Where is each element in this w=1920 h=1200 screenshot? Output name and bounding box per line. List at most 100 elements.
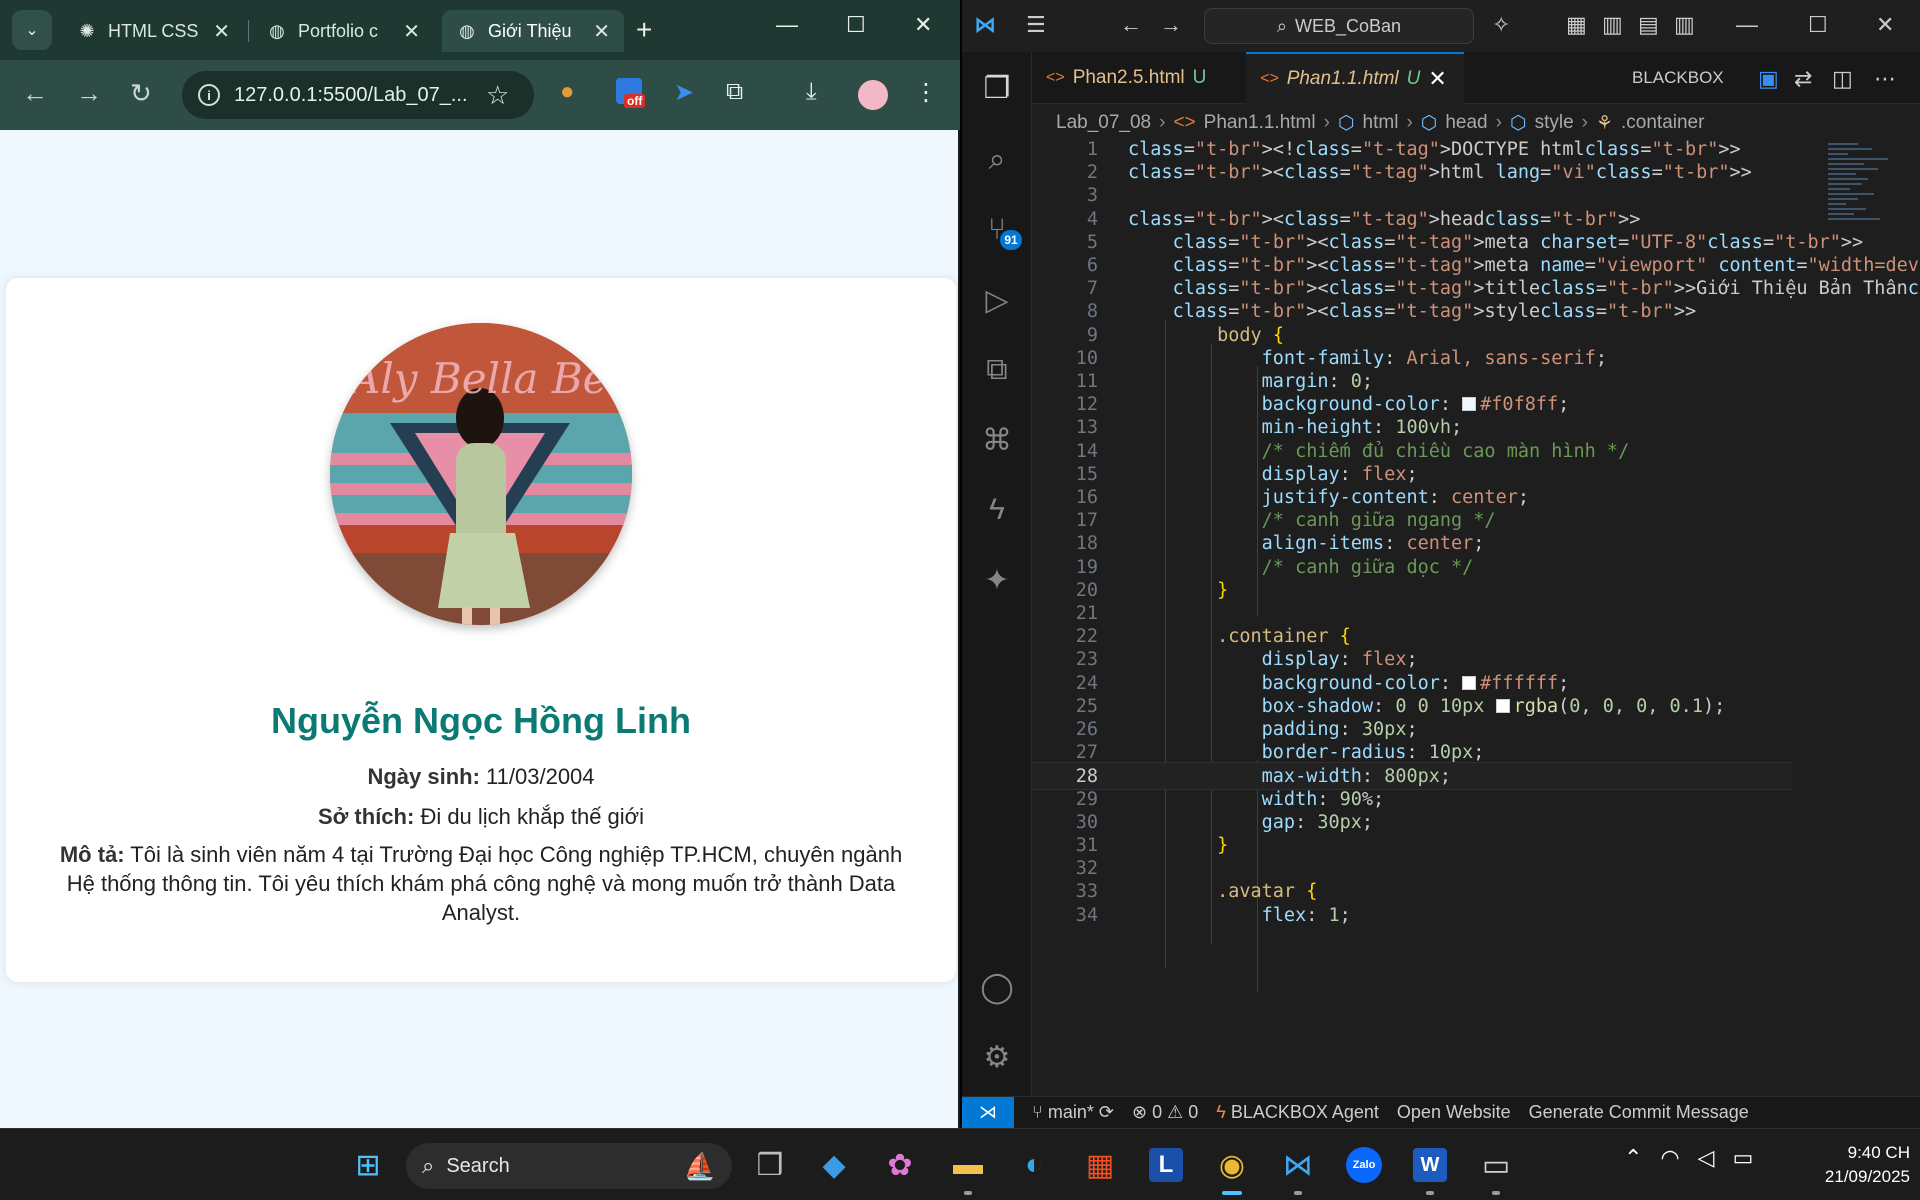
chat-sparkle-icon[interactable]: ✦ — [962, 550, 1032, 610]
profile-avatar-icon[interactable] — [858, 80, 888, 110]
minimize-icon[interactable]: — — [1736, 12, 1758, 38]
toggle-secondary-sidebar-icon[interactable]: ▥ — [1674, 12, 1695, 38]
maximize-icon[interactable]: ☐ — [846, 12, 866, 38]
blackbox-agent-item[interactable]: ϟ BLACKBOX Agent — [1216, 1102, 1379, 1123]
breadcrumb-file[interactable]: Phan1.1.html — [1204, 112, 1316, 134]
edge-icon[interactable]: ◐ — [1010, 1141, 1058, 1189]
blackbox-action[interactable]: BLACKBOX — [1632, 68, 1724, 88]
breadcrumb-head[interactable]: head — [1445, 112, 1487, 134]
breadcrumb-folder[interactable]: Lab_07_08 — [1056, 112, 1151, 134]
breadcrumb-selector[interactable]: .container — [1621, 112, 1704, 134]
browser-tab[interactable]: ✺ HTML CSS ✕ — [62, 10, 244, 52]
task-view-icon[interactable]: ❒ — [746, 1141, 794, 1189]
generate-commit-item[interactable]: Generate Commit Message — [1529, 1102, 1749, 1123]
search-icon[interactable]: ⌕ — [962, 130, 1032, 190]
symbol-element-icon: ⬡ — [1509, 112, 1527, 134]
hamburger-menu-icon[interactable]: ☰ — [1026, 12, 1046, 38]
branch-indicator[interactable]: ⑂ main* ⟳ — [1032, 1102, 1114, 1123]
minimize-icon[interactable]: — — [776, 12, 798, 38]
settings-gear-icon[interactable]: ⚙ — [962, 1027, 1032, 1087]
browser-tab-active[interactable]: ◍ Giới Thiệu ✕ — [442, 10, 624, 52]
forward-icon[interactable]: → — [76, 78, 102, 109]
terminal-icon[interactable]: ▭ — [1472, 1141, 1520, 1195]
line-number: 34 — [1075, 904, 1098, 926]
blackbox-bolt-icon[interactable]: ϟ — [962, 480, 1032, 540]
vscode-titlebar: ⋈ ☰ ← → ⌕ WEB_CoBan ✧ ▦ ▥ ▤ ▥ — ☐ ✕ — [962, 0, 1920, 52]
vscode-icon[interactable]: ⋈ — [1274, 1141, 1322, 1195]
reload-icon[interactable]: ↻ — [130, 78, 152, 109]
browser-toolbar: ← → ↻ i 127.0.0.1:5500/Lab_07_... ☆ ● of… — [0, 60, 960, 130]
forward-icon[interactable]: → — [1160, 12, 1182, 38]
download-icon[interactable]: ⤓ — [806, 78, 817, 106]
cursor-extension-icon[interactable]: ➤ — [674, 78, 694, 107]
split-editor-icon[interactable]: ◫ — [1832, 66, 1853, 92]
cookie-extension-icon[interactable]: ● — [560, 78, 575, 106]
breadcrumb-html[interactable]: html — [1363, 112, 1399, 134]
new-tab-button[interactable]: + — [636, 14, 652, 46]
symbol-element-icon: ⬡ — [1420, 112, 1438, 134]
tab-search-button[interactable]: ⌄ — [12, 10, 52, 50]
minimap[interactable] — [1828, 140, 1900, 340]
back-icon[interactable]: ← — [22, 78, 48, 109]
l-app-icon[interactable]: L — [1142, 1141, 1190, 1189]
bookmark-star-icon[interactable]: ☆ — [486, 80, 509, 111]
source-control-icon[interactable]: ⑂ 91 — [962, 200, 1032, 260]
explorer-icon[interactable]: ❐ — [962, 58, 1032, 118]
editor-tab-active[interactable]: <> Phan1.1.html U ✕ — [1246, 52, 1464, 104]
word-icon[interactable]: W — [1406, 1141, 1454, 1195]
browser-tab[interactable]: ◍ Portfolio c ✕ — [252, 10, 434, 52]
file-explorer-icon[interactable]: ▬ — [944, 1141, 992, 1195]
store-preview-icon[interactable]: ◆ — [810, 1141, 858, 1189]
account-icon[interactable]: ◯ — [962, 957, 1032, 1017]
tab-close-icon[interactable]: ✕ — [403, 19, 420, 44]
copilot-icon[interactable]: ✿ — [876, 1141, 924, 1189]
site-info-icon[interactable]: i — [198, 84, 220, 106]
address-bar[interactable]: i 127.0.0.1:5500/Lab_07_... — [182, 71, 534, 119]
sync-icon[interactable]: ⟳ — [1099, 1102, 1114, 1122]
code-line[interactable]: 34 flex: 1; — [1032, 902, 1792, 930]
warning-icon: ⚠ — [1167, 1102, 1184, 1122]
tab-close-icon[interactable]: ✕ — [213, 19, 230, 44]
close-window-icon[interactable]: ✕ — [1876, 12, 1894, 38]
back-icon[interactable]: ← — [1120, 12, 1142, 38]
editor-tab[interactable]: <> Phan2.5.html U — [1032, 52, 1242, 104]
remote-indicator-icon[interactable]: ⋊ — [962, 1096, 1014, 1129]
volume-icon[interactable]: ◁ — [1698, 1145, 1715, 1171]
microsoft-store-icon[interactable]: ▦ — [1076, 1141, 1124, 1189]
start-windows-icon[interactable]: ⊞ — [344, 1141, 392, 1189]
chrome-icon[interactable]: ◉ — [1208, 1141, 1256, 1195]
python-icon[interactable]: ⌘ — [962, 410, 1032, 470]
extensions-icon[interactable]: ⧉ — [962, 340, 1032, 400]
run-debug-icon[interactable]: ▷ — [962, 270, 1032, 330]
windows-taskbar: ⊞ ⌕ Search ⛵ ❒ ◆ ✿ ▬ ◐ ▦ L ◉ ⋈ Zalo W ▭ … — [0, 1128, 1920, 1200]
tab-close-icon[interactable]: ✕ — [593, 19, 610, 44]
taskbar-search[interactable]: ⌕ Search ⛵ — [406, 1143, 732, 1189]
toggle-panel-icon[interactable]: ▤ — [1638, 12, 1659, 38]
problems-indicator[interactable]: ⊗ 0 ⚠ 0 — [1132, 1102, 1198, 1123]
adblock-extension-icon[interactable]: off — [616, 78, 650, 112]
error-count: 0 — [1152, 1102, 1163, 1122]
battery-icon[interactable]: ▭ — [1733, 1145, 1754, 1171]
compare-changes-icon[interactable]: ⇄ — [1794, 66, 1812, 92]
chevron-up-icon[interactable]: ⌃ — [1624, 1145, 1642, 1171]
tab-close-icon[interactable]: ✕ — [1428, 66, 1446, 92]
menu-kebab-icon[interactable]: ⋮ — [914, 78, 938, 107]
command-center[interactable]: ⌕ WEB_CoBan — [1204, 8, 1474, 44]
close-window-icon[interactable]: ✕ — [914, 12, 932, 38]
zalo-icon[interactable]: Zalo — [1340, 1141, 1388, 1189]
copilot-icon[interactable]: ✧ — [1492, 12, 1510, 38]
breadcrumb-style[interactable]: style — [1535, 112, 1574, 134]
code-editor[interactable]: 1 class="t-br"><!class="t-tag">DOCTYPE ht… — [1032, 140, 1920, 1096]
open-website-item[interactable]: Open Website — [1397, 1102, 1511, 1123]
hobby-value: Đi du lịch khắp thế giới — [420, 804, 644, 829]
more-actions-icon[interactable]: ⋯ — [1874, 66, 1896, 92]
toggle-sidebar-icon[interactable]: ▥ — [1602, 12, 1623, 38]
wifi-icon[interactable]: ◠ — [1660, 1145, 1679, 1171]
extension-off-badge: off — [624, 94, 646, 108]
blackbox-icon[interactable]: ▣ — [1758, 66, 1779, 92]
maximize-icon[interactable]: ☐ — [1808, 12, 1828, 38]
taskbar-clock[interactable]: 9:40 CH 21/09/2025 — [1790, 1141, 1910, 1189]
extensions-puzzle-icon[interactable]: ⧉ — [726, 78, 743, 106]
bolt-icon: ϟ — [1216, 1102, 1226, 1122]
customize-layout-icon[interactable]: ▦ — [1566, 12, 1587, 38]
